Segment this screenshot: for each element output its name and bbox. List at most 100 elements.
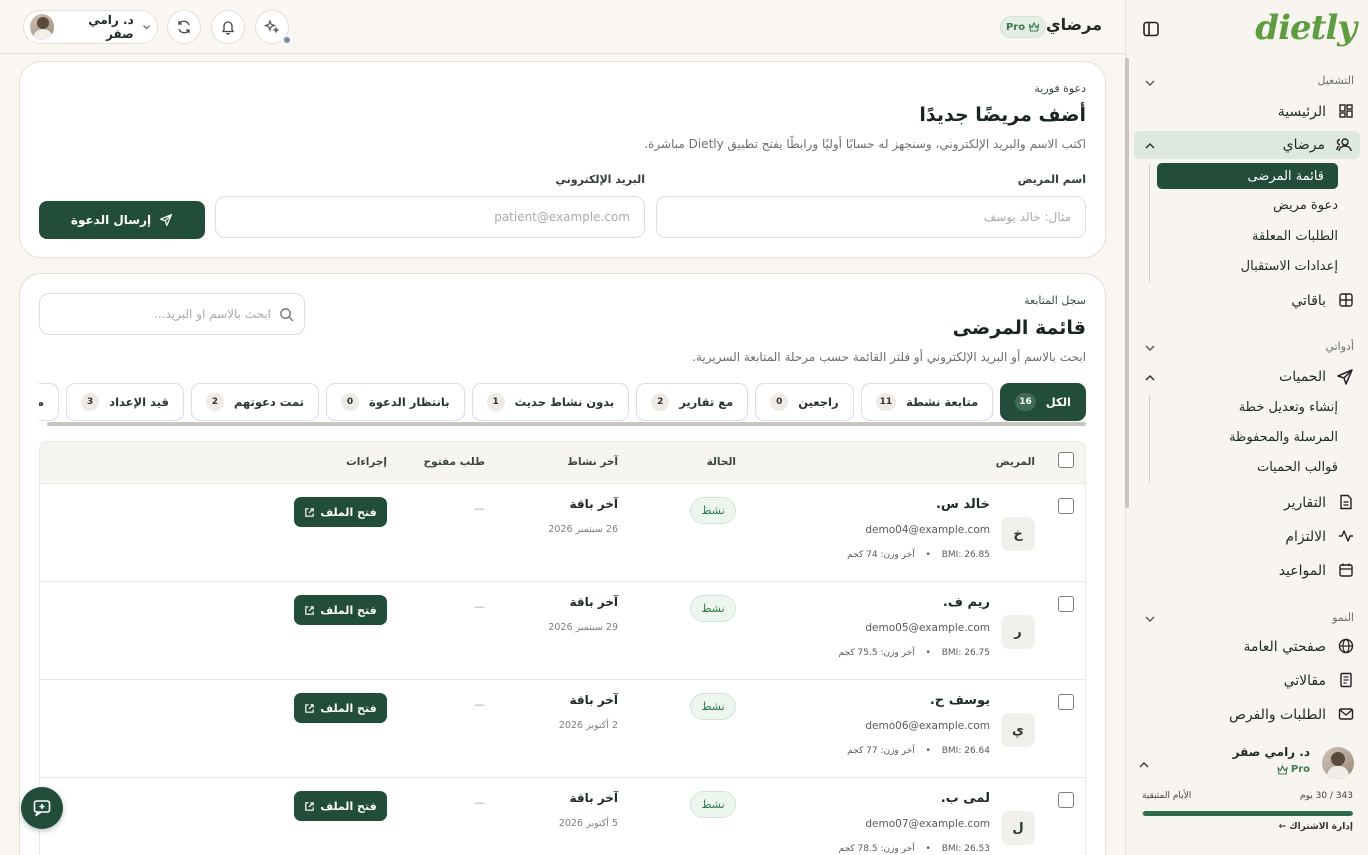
dashboard-icon [1336, 103, 1354, 121]
chevron-down-icon[interactable] [1144, 342, 1156, 354]
sparkle-icon [264, 19, 280, 34]
sidebar-item-requests[interactable]: الطلبات والفرص [1229, 701, 1354, 729]
email-field[interactable]: patient@example.com [215, 196, 645, 238]
send-icon [160, 213, 173, 227]
tabs-scrollbar[interactable] [47, 422, 1086, 426]
sidebar-item-home-label: الرئيسية [1277, 104, 1326, 120]
status-badge: نشط [690, 497, 736, 524]
open-profile-button[interactable]: فتح الملف [294, 595, 387, 625]
row-checkbox[interactable] [1058, 498, 1074, 514]
sidebar-subitem-create-plan[interactable]: إنشاء وتعديل خطة [1239, 394, 1338, 420]
filter-tab[interactable]: بدون نشاط حديث 1 [471, 383, 630, 421]
filter-tab[interactable]: الكل 16 [1000, 383, 1086, 421]
filter-tab[interactable]: تمت دعوتهم 2 [190, 383, 319, 421]
sidebar-subitem-patient-list[interactable]: قائمة المرضى [1157, 163, 1338, 189]
last-activity-title: آخر باقة [569, 497, 618, 511]
notifications-button[interactable] [211, 10, 245, 44]
sidebar-subitem-sent-saved[interactable]: المرسلة والمحفوظة [1229, 424, 1338, 450]
sidebar: dietly التشغيل الرئيسية مرضاي قائمة المر… [1125, 0, 1368, 855]
sidebar-item-public-page[interactable]: صفحتي العامة [1243, 633, 1354, 661]
patient-weight: آخر وزن: 75.5 كجم [838, 648, 915, 658]
filter-tab[interactable]: قيد الإعداد 3 [66, 383, 184, 421]
sidebar-item-packages[interactable]: باقاتي [1291, 287, 1354, 315]
patient-name[interactable]: يوسف ح. [930, 693, 990, 708]
section-operations[interactable]: التشغيل [1318, 74, 1355, 87]
refresh-button[interactable] [167, 10, 201, 44]
filter-tab-count: 0 [770, 393, 789, 411]
open-profile-button[interactable]: فتح الملف [294, 693, 387, 723]
sidebar-item-appointments[interactable]: المواعيد [1279, 557, 1354, 585]
patient-email: demo06@example.com [865, 720, 990, 732]
patient-name[interactable]: لمى ب. [941, 791, 990, 806]
sidebar-item-patients-label: مرضاي [1282, 137, 1325, 153]
last-activity-title: آخر باقة [569, 791, 618, 805]
patient-bmi: BMI: 26.53 [941, 844, 990, 854]
open-request-value: — [474, 600, 485, 613]
sidebar-item-reports[interactable]: التقارير [1284, 489, 1354, 517]
patient-initial: خ [1001, 517, 1035, 551]
manage-subscription-link[interactable]: إدارة الاشتراك ← [1279, 822, 1353, 832]
patient-name[interactable]: خالد س. [936, 497, 990, 512]
section-growth[interactable]: النمو [1332, 611, 1354, 624]
send-invite-button[interactable]: إرسال الدعوة [39, 201, 205, 239]
table-row[interactable]: خ خالد س. demo04@example.com BMI: 26.85 … [39, 484, 1086, 582]
sidebar-subitem-diet-templates[interactable]: قوالب الحميات [1257, 454, 1338, 480]
table-row[interactable]: ي يوسف ح. demo06@example.com BMI: 26.64 … [39, 680, 1086, 778]
filter-tab-label: تمت دعوتهم [233, 395, 304, 409]
chevron-down-icon[interactable] [1144, 77, 1156, 89]
filter-tab[interactable]: راجعين 0 [755, 383, 854, 421]
row-checkbox[interactable] [1058, 792, 1074, 808]
dietly-logo[interactable]: dietly [1255, 8, 1357, 48]
filter-tab-label: متابعة نشطة [906, 395, 979, 409]
user-menu[interactable]: د. رامي صقر [23, 10, 158, 44]
section-operations-label: التشغيل [1317, 74, 1355, 87]
sidebar-item-patients[interactable]: مرضاي [1134, 131, 1360, 159]
patient-name-input[interactable]: مثال: خالد يوسف [656, 196, 1086, 238]
sidebar-item-adherence-label: الالتزام [1285, 529, 1326, 545]
filter-tab[interactable]: مع تقارير 2 [636, 383, 749, 421]
table-row[interactable]: ر ريم ف. demo05@example.com BMI: 26.75 •… [39, 582, 1086, 680]
sidebar-toggle-icon[interactable] [1142, 20, 1160, 38]
meta-separator: • [925, 648, 931, 658]
column-patient: المريض [995, 456, 1035, 468]
days-label: الأيام المتبقية [1142, 791, 1192, 801]
chevron-up-icon[interactable] [1138, 759, 1150, 775]
sidebar-item-articles[interactable]: مقالاتي [1284, 667, 1354, 695]
crown-icon [1277, 764, 1288, 775]
main-scrollbar[interactable] [1125, 58, 1129, 508]
sidebar-subitem-intake-settings[interactable]: إعدادات الاستقبال [1241, 253, 1338, 279]
meta-separator: • [925, 550, 931, 560]
chevron-down-icon[interactable] [1144, 613, 1156, 625]
filter-tab[interactable]: متابعة منتهية0 [39, 383, 60, 421]
sidebar-item-articles-label: مقالاتي [1283, 673, 1326, 689]
status-badge: نشط [690, 693, 736, 720]
sidebar-profile[interactable]: د. رامي صقر Pro [1138, 745, 1354, 785]
open-profile-button[interactable]: فتح الملف [294, 497, 387, 527]
row-checkbox[interactable] [1058, 596, 1074, 612]
chevron-up-icon[interactable] [1144, 372, 1156, 384]
select-all-checkbox[interactable] [1058, 452, 1074, 468]
chat-plus-icon [33, 800, 51, 817]
filter-tab[interactable]: متابعة نشطة 11 [860, 383, 994, 421]
support-chat-button[interactable] [21, 787, 63, 829]
sidebar-subitem-pending-requests[interactable]: الطلبات المعلقة [1252, 223, 1338, 249]
table-row[interactable]: ل لمى ب. demo07@example.com BMI: 26.53 •… [39, 778, 1086, 855]
filter-tab[interactable]: بانتظار الدعوة 0 [326, 383, 465, 421]
sidebar-item-adherence[interactable]: الالتزام [1285, 523, 1354, 551]
filter-tab-count: 3 [81, 393, 100, 411]
row-checkbox[interactable] [1058, 694, 1074, 710]
patient-name[interactable]: ريم ف. [943, 595, 990, 610]
section-tools[interactable]: أدواتي [1325, 340, 1354, 353]
chevron-up-icon[interactable] [1144, 140, 1156, 152]
sidebar-item-diets[interactable]: الحميات [1279, 363, 1354, 391]
last-activity-date: 2 أكتوبر 2026 [558, 720, 618, 731]
open-profile-button[interactable]: فتح الملف [294, 791, 387, 821]
external-link-icon [305, 507, 315, 517]
invite-title: أضف مريضًا جديدًا [919, 104, 1086, 126]
sidebar-item-home[interactable]: الرئيسية [1278, 98, 1354, 126]
globe-icon [1336, 638, 1354, 656]
open-request-value: — [474, 698, 485, 711]
search-input[interactable]: ابحث بالاسم او البريد... [39, 293, 305, 335]
sidebar-subitem-invite-patient[interactable]: دعوة مريض [1273, 192, 1338, 218]
patient-meta: BMI: 26.53 • آخر وزن: 78.5 كجم [839, 844, 990, 854]
